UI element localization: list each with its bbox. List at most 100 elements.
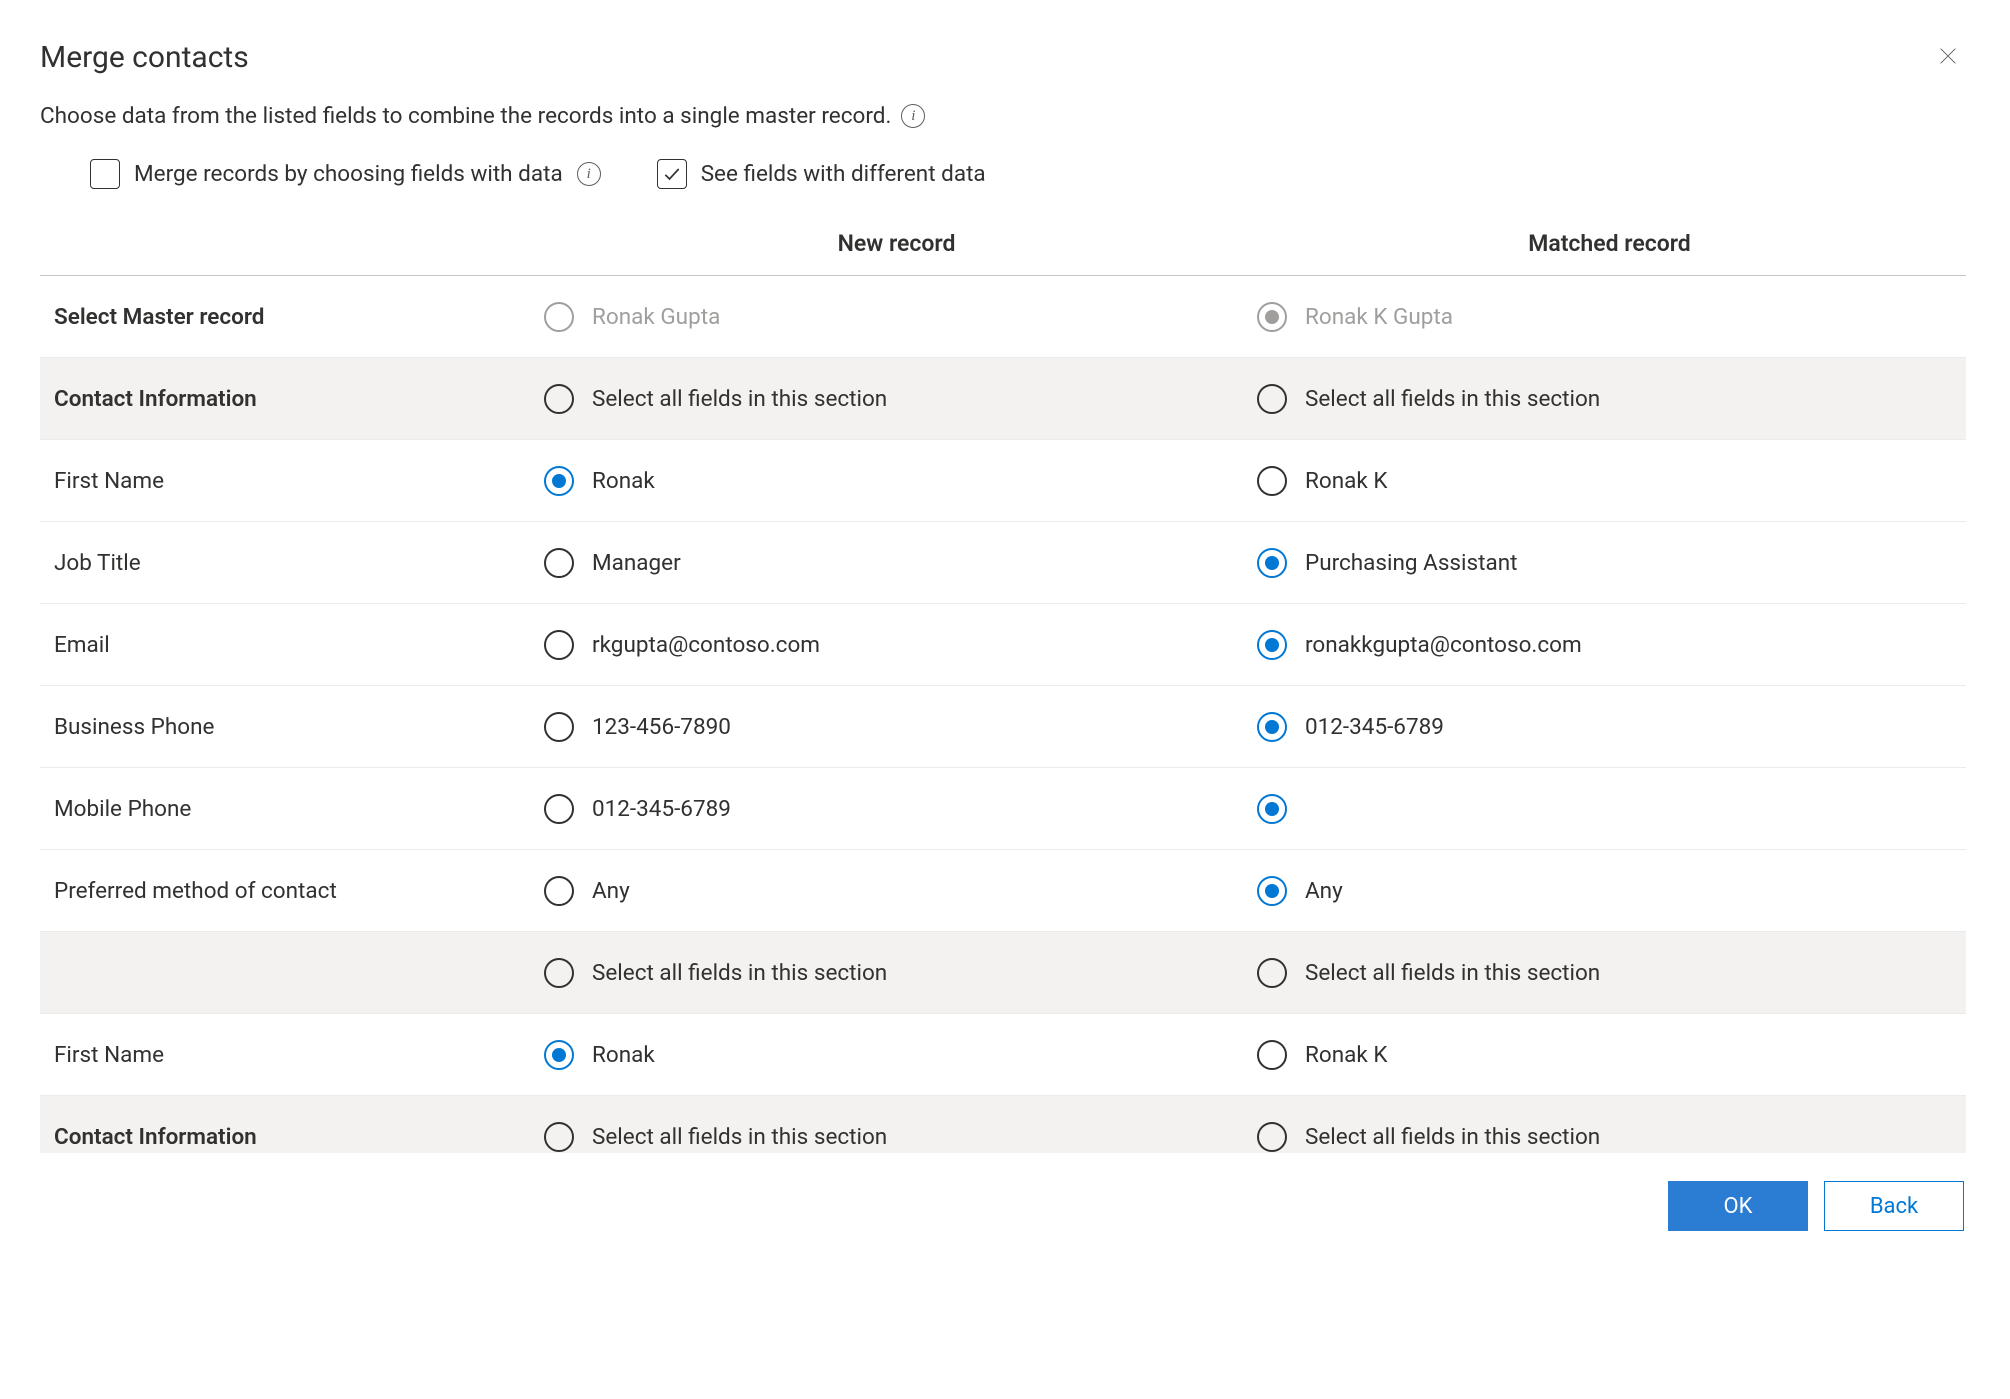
- matched-value: Purchasing Assistant: [1305, 550, 1518, 576]
- new-radio[interactable]: [544, 958, 574, 988]
- matched-cell: [1253, 794, 1966, 824]
- matched-cell: Purchasing Assistant: [1253, 548, 1966, 578]
- matched-radio[interactable]: [1257, 712, 1287, 742]
- close-icon: [1937, 45, 1959, 67]
- row-label: First Name: [40, 1042, 540, 1068]
- matched-value: Select all fields in this section: [1305, 1124, 1600, 1150]
- new-value: 012-345-6789: [592, 796, 731, 822]
- matched-radio[interactable]: [1257, 384, 1287, 414]
- section-row: Select all fields in this sectionSelect …: [40, 932, 1966, 1014]
- merge-contacts-dialog: Merge contacts Choose data from the list…: [40, 40, 1970, 1231]
- matched-cell: Ronak K: [1253, 466, 1966, 496]
- new-value: 123-456-7890: [592, 714, 731, 740]
- close-button[interactable]: [1932, 40, 1964, 72]
- row-label: Preferred method of contact: [40, 878, 540, 904]
- new-value: Ronak: [592, 1042, 655, 1068]
- see-diff-label: See fields with different data: [701, 161, 986, 187]
- new-value: Select all fields in this section: [592, 1124, 887, 1150]
- row-label: Email: [40, 632, 540, 658]
- dialog-footer: OK Back: [40, 1153, 1970, 1231]
- matched-cell: Select all fields in this section: [1253, 1122, 1966, 1152]
- new-radio[interactable]: [544, 630, 574, 660]
- new-radio[interactable]: [544, 1122, 574, 1152]
- see-diff-option[interactable]: See fields with different data: [657, 159, 986, 189]
- column-matched-header: Matched record: [1253, 230, 1966, 257]
- matched-cell: Any: [1253, 876, 1966, 906]
- row-label: Job Title: [40, 550, 540, 576]
- field-row: Job Title Manager Purchasing Assistant: [40, 522, 1966, 604]
- check-icon: [662, 164, 682, 184]
- matched-radio[interactable]: [1257, 630, 1287, 660]
- dialog-subtitle-row: Choose data from the listed fields to co…: [40, 103, 1970, 129]
- options-row: Merge records by choosing fields with da…: [40, 159, 1970, 189]
- matched-cell: 012-345-6789: [1253, 712, 1966, 742]
- dialog-title: Merge contacts: [40, 40, 1970, 75]
- new-radio[interactable]: [544, 466, 574, 496]
- row-label: First Name: [40, 468, 540, 494]
- master-new-radio[interactable]: [544, 302, 574, 332]
- new-value: Ronak: [592, 468, 655, 494]
- dialog-subtitle: Choose data from the listed fields to co…: [40, 103, 891, 129]
- row-label: Contact Information: [40, 386, 540, 412]
- master-matched-radio[interactable]: [1257, 302, 1287, 332]
- new-radio[interactable]: [544, 712, 574, 742]
- merge-by-fields-label: Merge records by choosing fields with da…: [134, 161, 563, 187]
- fields-scroll-area[interactable]: New record Matched record Select Master …: [40, 223, 1970, 1153]
- master-new-value: Ronak Gupta: [592, 304, 720, 330]
- new-cell: 123-456-7890: [540, 712, 1253, 742]
- matched-cell: ronakkgupta@contoso.com: [1253, 630, 1966, 660]
- new-radio[interactable]: [544, 1040, 574, 1070]
- see-diff-checkbox[interactable]: [657, 159, 687, 189]
- matched-radio[interactable]: [1257, 466, 1287, 496]
- columns-header: New record Matched record: [40, 224, 1966, 276]
- merge-by-fields-checkbox[interactable]: [90, 159, 120, 189]
- info-icon[interactable]: i: [577, 162, 601, 186]
- info-icon[interactable]: i: [901, 104, 925, 128]
- matched-cell: Select all fields in this section: [1253, 384, 1966, 414]
- section-row: Contact Information Select all fields in …: [40, 1096, 1966, 1153]
- new-value: Any: [592, 878, 630, 904]
- new-cell: Select all fields in this section: [540, 1122, 1253, 1152]
- field-row: Mobile Phone 012-345-6789: [40, 768, 1966, 850]
- ok-button[interactable]: OK: [1668, 1181, 1808, 1231]
- new-cell: rkgupta@contoso.com: [540, 630, 1253, 660]
- matched-value: 012-345-6789: [1305, 714, 1444, 740]
- section-row: Contact Information Select all fields in …: [40, 358, 1966, 440]
- new-cell: 012-345-6789: [540, 794, 1253, 824]
- back-button[interactable]: Back: [1824, 1181, 1964, 1231]
- merge-by-fields-option[interactable]: Merge records by choosing fields with da…: [90, 159, 601, 189]
- matched-radio[interactable]: [1257, 958, 1287, 988]
- master-row-label: Select Master record: [40, 304, 540, 330]
- matched-value: Any: [1305, 878, 1343, 904]
- matched-radio[interactable]: [1257, 794, 1287, 824]
- master-record-row: Select Master record Ronak Gupta Ronak K…: [40, 276, 1966, 358]
- new-cell: Select all fields in this section: [540, 384, 1253, 414]
- new-radio[interactable]: [544, 548, 574, 578]
- matched-value: ronakkgupta@contoso.com: [1305, 632, 1582, 658]
- new-value: Select all fields in this section: [592, 960, 887, 986]
- row-label: Mobile Phone: [40, 796, 540, 822]
- matched-radio[interactable]: [1257, 1040, 1287, 1070]
- new-cell: Select all fields in this section: [540, 958, 1253, 988]
- matched-radio[interactable]: [1257, 876, 1287, 906]
- new-cell: Ronak: [540, 1040, 1253, 1070]
- matched-cell: Ronak K: [1253, 1040, 1966, 1070]
- matched-value: Select all fields in this section: [1305, 386, 1600, 412]
- field-row: Business Phone123-456-7890012-345-6789: [40, 686, 1966, 768]
- new-value: Select all fields in this section: [592, 386, 887, 412]
- new-value: rkgupta@contoso.com: [592, 632, 820, 658]
- field-row: Preferred method of contact Any Any: [40, 850, 1966, 932]
- matched-radio[interactable]: [1257, 548, 1287, 578]
- field-row: First Name Ronak Ronak K: [40, 1014, 1966, 1096]
- new-radio[interactable]: [544, 384, 574, 414]
- new-cell: Manager: [540, 548, 1253, 578]
- new-radio[interactable]: [544, 876, 574, 906]
- new-value: Manager: [592, 550, 681, 576]
- new-cell: Any: [540, 876, 1253, 906]
- matched-radio[interactable]: [1257, 1122, 1287, 1152]
- field-row: First Name Ronak Ronak K: [40, 440, 1966, 522]
- matched-value: Ronak K: [1305, 1042, 1387, 1068]
- row-label: Contact Information: [40, 1124, 540, 1150]
- field-row: Email rkgupta@contoso.com ronakkgupta@cont…: [40, 604, 1966, 686]
- new-radio[interactable]: [544, 794, 574, 824]
